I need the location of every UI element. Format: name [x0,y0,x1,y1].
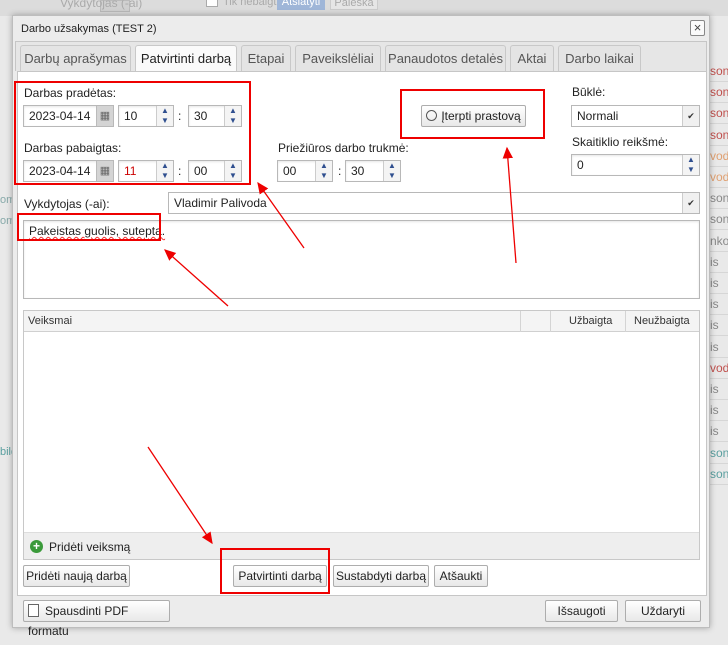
arrow-icon [147,446,213,545]
arrow-icon [502,146,517,264]
arrow-icon [164,249,229,307]
annotation-arrows [147,146,517,545]
arrow-icon [257,181,305,249]
